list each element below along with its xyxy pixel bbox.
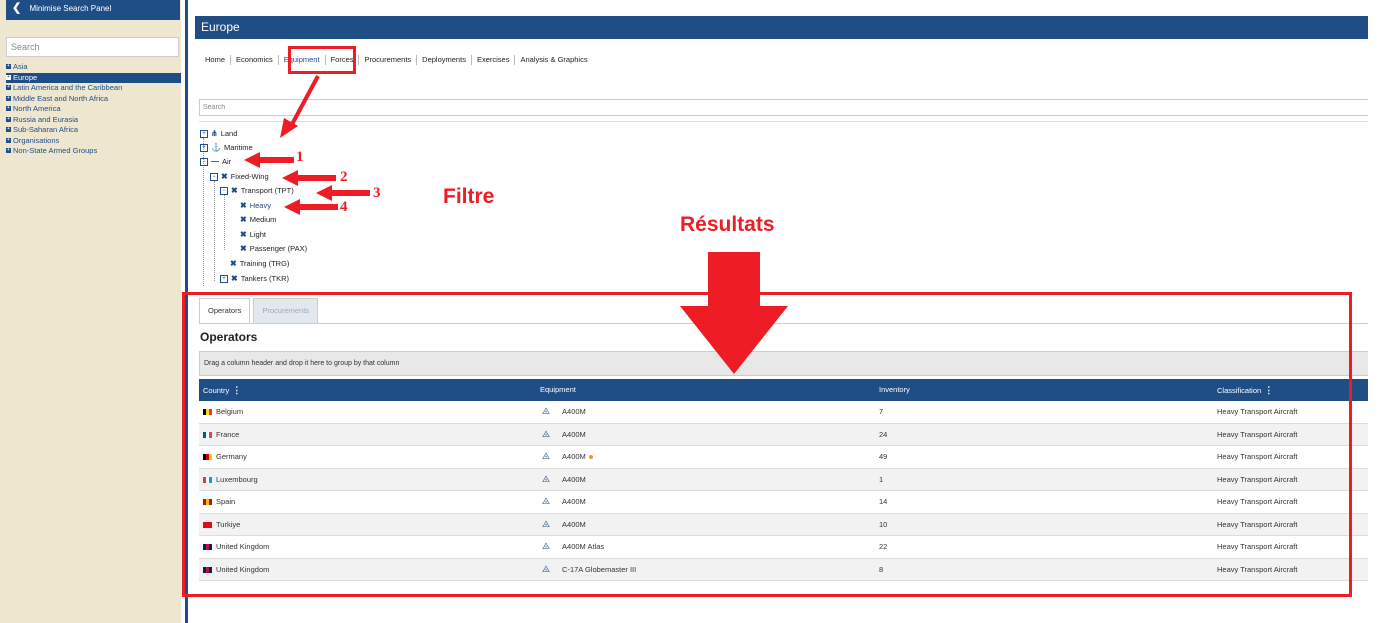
annotation-label-filtre: Filtre [443, 185, 495, 208]
region-search-input[interactable] [6, 37, 179, 57]
tree-guide [224, 195, 225, 250]
expand-icon: + [200, 129, 208, 138]
divider [199, 121, 1369, 122]
plane-icon: ✖ [221, 172, 228, 181]
plane-icon: ✖ [231, 186, 238, 195]
collapse-icon: − [200, 157, 208, 166]
region-list: + Asia + Europe + Latin America and the Car… [6, 62, 181, 157]
region-item-asia[interactable]: + Asia [6, 62, 181, 73]
minimise-search-panel-button[interactable]: ❮ Minimise Search Panel [6, 0, 180, 20]
tree-node-light[interactable]: ✖ Light [240, 229, 266, 240]
region-item-russia-eurasia[interactable]: + Russia and Eurasia [6, 115, 181, 126]
aircraft-icon: — [211, 157, 219, 166]
expand-icon: + [6, 105, 11, 111]
plane-icon: ✖ [230, 259, 237, 268]
tree-node-heavy[interactable]: ✖ Heavy [240, 200, 271, 211]
crossed-swords-icon: ⋔ [211, 129, 218, 138]
search-panel: ❮ Minimise Search Panel +Asia +Europe +L… [0, 0, 181, 623]
plane-icon: ✖ [240, 244, 247, 253]
plane-icon: ✖ [240, 201, 247, 210]
nav-home[interactable]: Home [200, 55, 232, 65]
region-item-organisations[interactable]: + Organisations [6, 136, 181, 147]
tree-node-transport[interactable]: − ✖ Transport (TPT) [220, 185, 294, 196]
region-item-north-america[interactable]: + North America [6, 104, 181, 115]
page-title: Europe [195, 16, 1377, 39]
annotation-number-2: 2 [340, 169, 348, 185]
tree-node-tankers[interactable]: + ✖ Tankers (TKR) [220, 273, 289, 284]
equipment-search-input[interactable] [199, 99, 1369, 116]
expand-icon: + [220, 274, 228, 283]
expand-icon: + [6, 115, 11, 122]
expand-icon: + [6, 63, 11, 69]
expand-icon: + [6, 147, 11, 153]
tree-node-training[interactable]: ✖ Training (TRG) [230, 258, 289, 269]
anchor-icon: ⚓ [211, 143, 221, 152]
nav-procurements[interactable]: Procurements [359, 55, 418, 65]
expand-icon: + [6, 126, 11, 132]
nav-exercises[interactable]: Exercises [472, 55, 516, 65]
annotation-number-4: 4 [340, 199, 348, 215]
expand-icon: + [6, 136, 11, 143]
tree-node-air[interactable]: − — Air [200, 156, 231, 167]
scrollbar[interactable] [1368, 16, 1377, 623]
nav-economics[interactable]: Economics [231, 55, 279, 65]
region-item-sub-saharan-africa[interactable]: + Sub-Saharan Africa [6, 125, 181, 136]
region-item-europe[interactable]: + Europe [6, 72, 181, 83]
minimise-label: Minimise Search Panel [29, 4, 112, 13]
expand-icon: + [6, 94, 11, 101]
annotation-box-results [182, 292, 1352, 597]
tree-node-passenger[interactable]: ✖ Passenger (PAX) [240, 243, 307, 254]
region-item-middle-east[interactable]: + Middle East and North Africa [6, 94, 181, 105]
collapse-icon: − [210, 172, 218, 181]
nav-deployments[interactable]: Deployments [417, 55, 472, 65]
main-nav: Home Economics Equipment Forces Procurem… [200, 53, 593, 67]
expand-icon: + [6, 84, 11, 90]
tree-node-fixed-wing[interactable]: − ✖ Fixed-Wing [210, 171, 269, 182]
region-item-non-state[interactable]: + Non-State Armed Groups [6, 146, 181, 157]
plane-icon: ✖ [240, 230, 247, 239]
expand-icon: + [200, 143, 208, 152]
annotation-box-equipment [288, 46, 356, 74]
expand-icon: + [6, 73, 11, 80]
tree-node-medium[interactable]: ✖ Medium [240, 214, 276, 225]
tree-guide [214, 181, 215, 281]
plane-icon: ✖ [240, 215, 247, 224]
annotation-number-3: 3 [373, 185, 381, 201]
annotation-label-resultats: Résultats [680, 213, 775, 236]
tree-node-land[interactable]: + ⋔ Land [200, 128, 237, 139]
nav-analysis-graphics[interactable]: Analysis & Graphics [515, 55, 592, 65]
chevron-left-icon: ❮ [12, 2, 22, 14]
annotation-number-1: 1 [296, 149, 304, 165]
region-item-latin-america[interactable]: + Latin America and the Caribbean [6, 83, 181, 94]
tree-node-maritime[interactable]: + ⚓ Maritime [200, 142, 253, 153]
plane-icon: ✖ [231, 274, 238, 283]
collapse-icon: − [220, 186, 228, 195]
